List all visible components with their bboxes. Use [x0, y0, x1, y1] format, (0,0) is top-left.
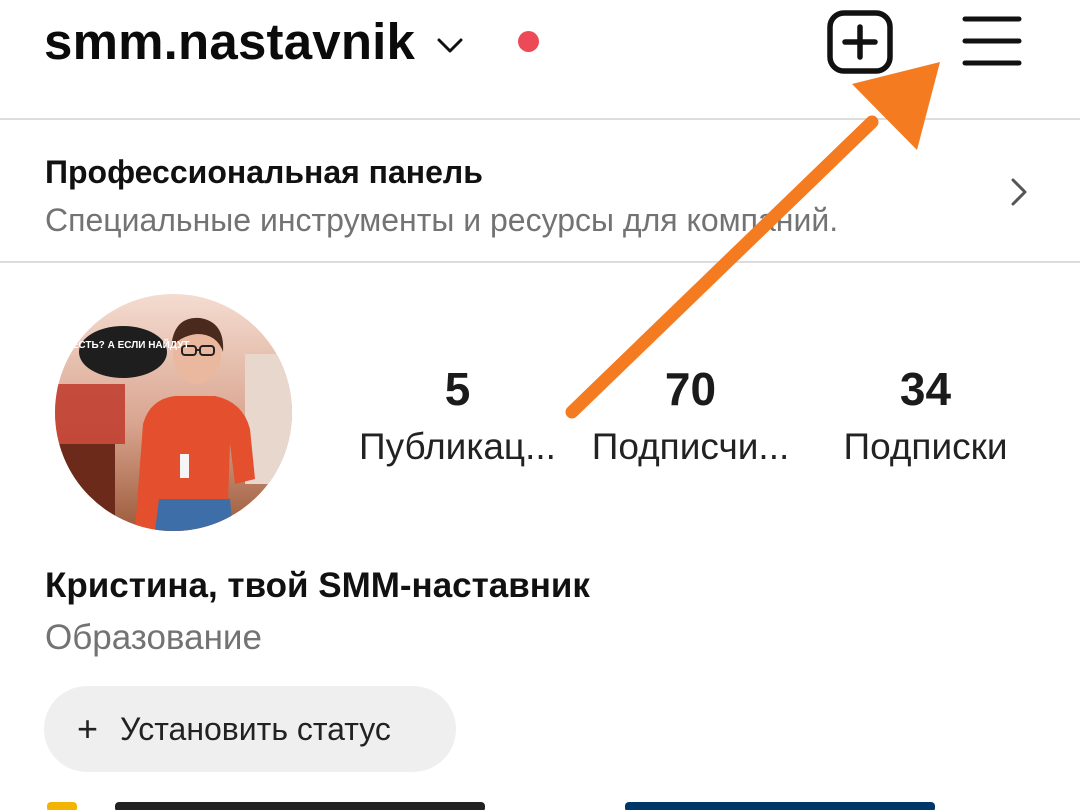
- stat-following[interactable]: 34 Подписки: [818, 362, 1033, 472]
- bio-line-fragment: [115, 802, 485, 810]
- pro-panel-title: Профессиональная панель: [45, 154, 483, 190]
- stat-posts-label: Публикац...: [359, 426, 556, 467]
- username: smm.nastavnik: [44, 13, 416, 70]
- stat-posts-value: 5: [444, 363, 471, 415]
- profile-photo[interactable]: ТЗ ЕСТЬ? А ЕСЛИ НАЙДУТ: [55, 294, 292, 531]
- profile-name: Кристина, твой SMM-наставник: [45, 566, 590, 605]
- bio-link-fragment[interactable]: [625, 802, 935, 810]
- pro-panel-subtitle: Специальные инструменты и ресурсы для ко…: [45, 202, 839, 238]
- set-status-button[interactable]: + Установить статус: [44, 686, 456, 772]
- stat-followers[interactable]: 70 Подписчи...: [583, 362, 798, 472]
- profile-header: smm.nastavnik: [0, 0, 1080, 118]
- account-switcher[interactable]: smm.nastavnik: [44, 12, 465, 71]
- stat-following-label: Подписки: [843, 426, 1008, 467]
- hamburger-menu-icon[interactable]: [960, 12, 1024, 70]
- emoji-icon: [47, 802, 77, 810]
- avatar-sign-text: ТЗ ЕСТЬ? А ЕСЛИ НАЙДУТ: [57, 338, 190, 351]
- chevron-down-icon: [437, 38, 463, 52]
- set-status-label: Установить статус: [120, 710, 391, 747]
- stat-followers-label: Подписчи...: [591, 426, 790, 467]
- avatar-illustration: ТЗ ЕСТЬ? А ЕСЛИ НАЙДУТ: [55, 294, 292, 531]
- plus-square-icon[interactable]: [826, 10, 894, 74]
- stat-followers-value: 70: [664, 363, 717, 415]
- professional-dashboard[interactable]: Профессиональная панель Специальные инст…: [0, 120, 1080, 261]
- profile-category: Образование: [45, 618, 262, 657]
- chevron-right-icon: [1011, 178, 1027, 206]
- pro-panel-divider: [0, 261, 1080, 263]
- stat-following-value: 34: [899, 363, 952, 415]
- stat-posts[interactable]: 5 Публикац...: [350, 362, 565, 472]
- plus-icon: +: [77, 708, 99, 749]
- bio-text-partial: [45, 790, 1045, 810]
- instagram-profile-screen: smm.nastavnik Профессиональная панель Сп…: [0, 0, 1080, 810]
- notification-dot: [518, 31, 539, 52]
